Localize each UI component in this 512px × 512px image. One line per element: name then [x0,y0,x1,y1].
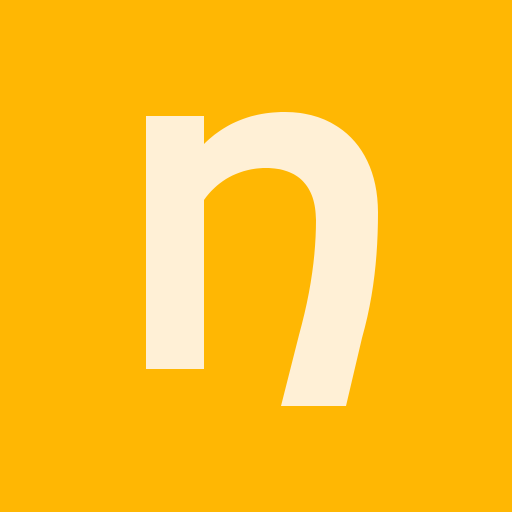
logo-background [0,0,512,512]
app-logo-icon [0,0,512,512]
app-logo [0,0,512,512]
